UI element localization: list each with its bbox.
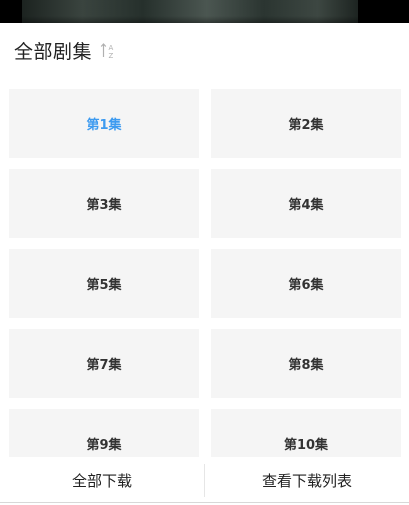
episode-1[interactable]: 第1集 xyxy=(9,89,199,158)
episode-7[interactable]: 第7集 xyxy=(9,329,199,398)
page-title: 全部剧集 xyxy=(14,41,93,63)
episode-6[interactable]: 第6集 xyxy=(211,249,401,318)
episode-3[interactable]: 第3集 xyxy=(9,169,199,238)
episode-2[interactable]: 第2集 xyxy=(211,89,401,158)
svg-text:Z: Z xyxy=(109,52,114,60)
video-frame xyxy=(22,0,358,23)
episode-9[interactable]: 第9集 xyxy=(9,409,199,457)
bottom-divider-line xyxy=(0,502,409,503)
bottom-action-bar: 全部下载 查看下载列表 xyxy=(0,457,409,503)
episode-5[interactable]: 第5集 xyxy=(9,249,199,318)
view-download-list-button[interactable]: 查看下载列表 xyxy=(205,458,409,503)
episode-list-header: 全部剧集 A Z xyxy=(0,23,409,78)
svg-text:A: A xyxy=(109,44,114,52)
episode-8[interactable]: 第8集 xyxy=(211,329,401,398)
video-preview-strip xyxy=(0,0,409,23)
episode-4[interactable]: 第4集 xyxy=(211,169,401,238)
episode-grid: 第1集 第2集 第3集 第4集 第5集 第6集 第7集 第8集 第9集 第10集 xyxy=(9,89,401,457)
download-all-button[interactable]: 全部下载 xyxy=(0,458,204,503)
sort-a-z-icon[interactable]: A Z xyxy=(100,40,118,62)
episode-10[interactable]: 第10集 xyxy=(211,409,401,457)
